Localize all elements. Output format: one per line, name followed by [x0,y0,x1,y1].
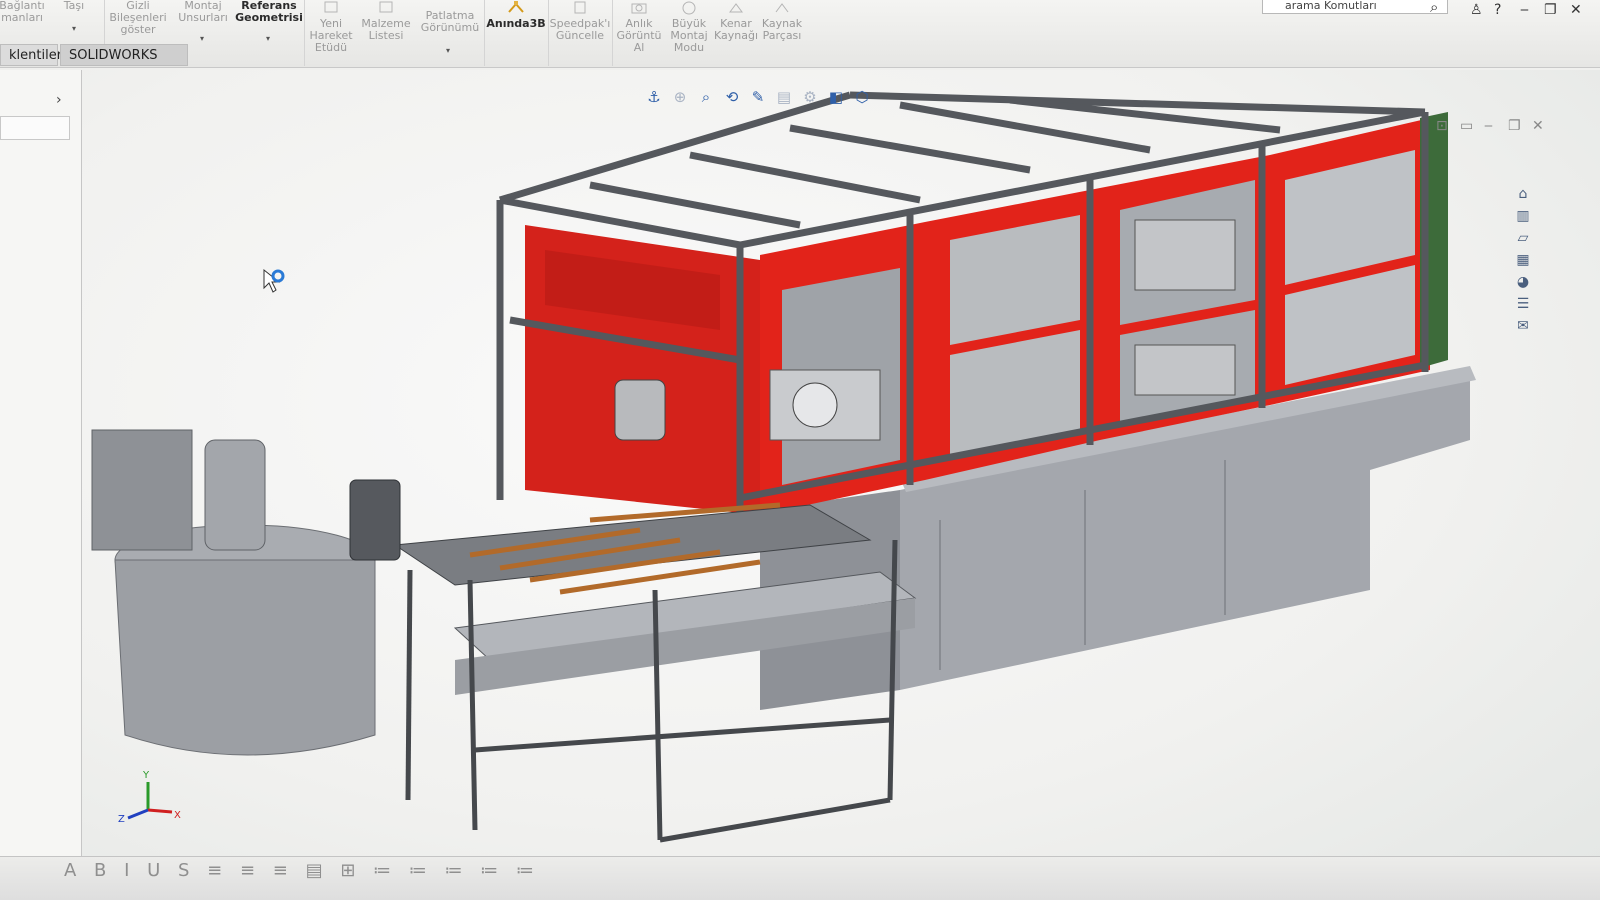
machine-assembly-model[interactable]: Y X Z [0,0,1600,900]
viewport-split-icon[interactable]: ⊡ [1436,118,1448,134]
home-icon[interactable]: ⌂ [1512,184,1534,204]
mixing-tank[interactable] [91,429,401,756]
zoom-to-fit-icon[interactable]: ⊕ [670,87,690,107]
view-settings-icon[interactable]: ⚙ [800,87,820,107]
triad-z-label: Z [118,814,125,825]
solidworks-window: Bağlantı manları Taşı ▾ Gizli Bileşenler… [0,0,1600,900]
resources-icon[interactable]: ▥ [1512,206,1534,226]
triad-x-label: X [174,810,181,821]
previous-view-icon[interactable]: ⟲ [722,87,742,107]
custom-properties-icon[interactable]: ☰ [1512,294,1534,314]
task-pane-tabs: ⌂ ▥ ▱ ▦ ◕ ☰ ✉ [1512,184,1540,338]
triad-y-label: Y [142,770,150,781]
coordinate-triad: Y X Z [118,770,181,825]
viewport-restore-icon[interactable]: ❐ [1508,118,1521,134]
heads-up-view-toolbar: ⚓ ⊕ ⌕ ⟲ ✎ ▤ ⚙ ◧ ⬡ [644,84,872,110]
viewport-close-icon[interactable]: ✕ [1532,118,1544,134]
zoom-area-icon[interactable]: ⌕ [696,87,716,107]
viewport-minimize-icon[interactable]: ‒ [1484,118,1493,134]
view-orientation-icon[interactable]: ⚓ [644,87,664,107]
section-view-icon[interactable]: ✎ [748,87,768,107]
display-style-icon[interactable]: ◧ [826,87,846,107]
design-library-icon[interactable]: ▱ [1512,228,1534,248]
busy-cursor-icon [263,268,285,293]
dynamic-annotation-icon[interactable]: ▤ [774,87,794,107]
viewport-tile-icon[interactable]: ▭ [1460,118,1473,134]
file-explorer-icon[interactable]: ▦ [1512,250,1534,270]
formatting-toolbar-icons[interactable]: A B I U S ≡ ≡ ≡ ▤ ⊞ ≔ ≔ ≔ ≔ ≔ [64,860,540,881]
appearances-icon[interactable]: ◕ [1512,272,1534,292]
forum-icon[interactable]: ✉ [1512,316,1534,336]
hide-show-icon[interactable]: ⬡ [852,87,872,107]
